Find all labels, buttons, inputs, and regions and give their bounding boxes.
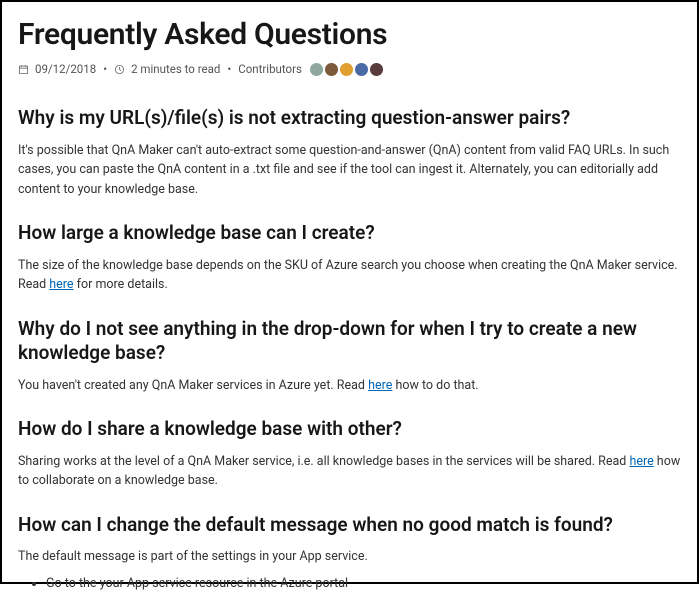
faq-question: How can I change the default message whe… (18, 513, 681, 538)
clock-icon (114, 64, 125, 75)
faq-link[interactable]: here (49, 277, 73, 292)
meta-separator: • (103, 61, 107, 78)
faq-link[interactable]: here (629, 454, 653, 469)
meta-read-time: 2 minutes to read (131, 61, 220, 78)
faq-bullet-item: Go to the your App service resource in t… (46, 575, 681, 594)
meta-date: 09/12/2018 (35, 61, 96, 78)
meta-contributors-label: Contributors (238, 61, 302, 78)
faq-answer: The size of the knowledge base depends o… (18, 256, 681, 295)
faq-answer-text: It's possible that QnA Maker can't auto-… (18, 143, 669, 197)
faq-question: How do I share a knowledge base with oth… (18, 417, 681, 442)
faq-question: Why do I not see anything in the drop-do… (18, 317, 681, 366)
faq-answer-text: Sharing works at the level of a QnA Make… (18, 454, 629, 469)
contributor-avatar[interactable] (340, 63, 353, 76)
faq-answer-text: You haven't created any QnA Maker servic… (18, 378, 368, 393)
contributor-avatar[interactable] (310, 63, 323, 76)
faq-answer-text: how to do that. (392, 378, 478, 393)
page-meta: 09/12/2018 • 2 minutes to read • Contrib… (18, 61, 681, 78)
faq-link[interactable]: here (368, 378, 392, 393)
faq-answer: Sharing works at the level of a QnA Make… (18, 452, 681, 491)
meta-separator: • (227, 61, 231, 78)
contributors-avatars (310, 63, 383, 76)
faq-answer-text: The default message is part of the setti… (18, 549, 368, 564)
faq-answer-text: for more details. (74, 277, 168, 292)
calendar-icon (18, 64, 29, 75)
faq-answer: The default message is part of the setti… (18, 547, 681, 566)
contributor-avatar[interactable] (355, 63, 368, 76)
faq-answer: You haven't created any QnA Maker servic… (18, 376, 681, 395)
contributor-avatar[interactable] (370, 63, 383, 76)
faq-question: How large a knowledge base can I create? (18, 221, 681, 246)
contributor-avatar[interactable] (325, 63, 338, 76)
faq-question: Why is my URL(s)/file(s) is not extracti… (18, 106, 681, 131)
faq-bullet-list: Go to the your App service resource in t… (46, 575, 681, 594)
faq-answer: It's possible that QnA Maker can't auto-… (18, 141, 681, 199)
page-title: Frequently Asked Questions (18, 12, 681, 57)
